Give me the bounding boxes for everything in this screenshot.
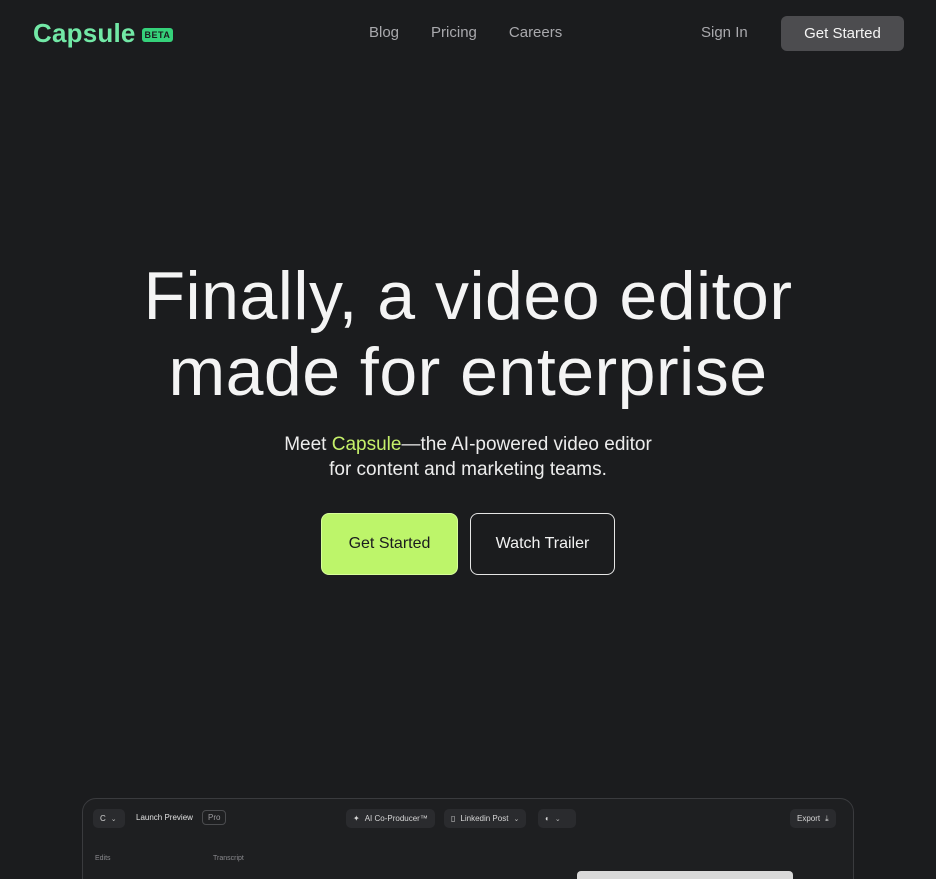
transcript-label: Transcript (213, 855, 244, 862)
edits-label: Edits (95, 855, 111, 862)
workspace-initial: C (100, 814, 106, 823)
download-icon: ⤓ (825, 813, 829, 823)
sign-in-link[interactable]: Sign In (701, 24, 748, 41)
top-navigation: Capsule BETA Blog Pricing Careers Sign I… (0, 0, 936, 68)
phone-icon: ▯ (451, 814, 456, 823)
nav-get-started-button[interactable]: Get Started (781, 16, 904, 51)
format-select[interactable]: ▯ Linkedin Post ⌄ (444, 809, 527, 828)
subtitle-line-2: for content and marketing teams. (329, 459, 607, 480)
workspace-switcher[interactable]: C ⌄ (93, 809, 125, 828)
hero-title-line-2: made for enterprise (168, 334, 768, 410)
logo-text: Capsule (33, 18, 136, 48)
theme-toggle[interactable]: ◐ ⌄ (538, 809, 576, 828)
hero-subtitle: Meet Capsule—the AI-powered video editor… (0, 432, 936, 482)
logo[interactable]: Capsule BETA (33, 18, 174, 49)
hero-cta-row: Get Started Watch Trailer (321, 513, 615, 575)
subtitle-rest: —the AI-powered video editor (401, 434, 652, 455)
ai-button-label: AI Co-Producer™ (364, 814, 428, 823)
beta-badge: BETA (141, 28, 174, 42)
video-preview-panel (577, 871, 793, 879)
project-name: Launch Preview (136, 813, 193, 822)
hero-get-started-button[interactable]: Get Started (321, 513, 458, 575)
sparkle-icon: ✦ (353, 814, 360, 823)
app-preview: C ⌄ Launch Preview Pro ✦ AI Co-Producer™… (82, 798, 854, 879)
hero-title: Finally, a video editor made for enterpr… (0, 258, 936, 410)
ai-co-producer-button[interactable]: ✦ AI Co-Producer™ (346, 809, 435, 828)
chevron-down-icon: ⌄ (513, 815, 520, 823)
chevron-down-icon: ⌄ (110, 815, 117, 823)
watch-trailer-button[interactable]: Watch Trailer (470, 513, 615, 575)
nav-link-careers[interactable]: Careers (509, 24, 562, 41)
contrast-icon: ◐ (545, 814, 550, 823)
landing-page: Capsule BETA Blog Pricing Careers Sign I… (0, 0, 936, 879)
nav-link-blog[interactable]: Blog (369, 24, 399, 41)
nav-links: Blog Pricing Careers (369, 24, 562, 41)
plan-badge: Pro (202, 810, 227, 825)
export-button[interactable]: Export ⤓ (790, 809, 836, 828)
export-label: Export (797, 814, 821, 823)
subtitle-highlight: Capsule (331, 434, 402, 455)
hero-title-line-1: Finally, a video editor (143, 258, 793, 334)
chevron-down-icon: ⌄ (554, 815, 561, 823)
nav-link-pricing[interactable]: Pricing (431, 24, 477, 41)
subtitle-prefix: Meet (284, 434, 332, 455)
format-select-label: Linkedin Post (460, 814, 509, 823)
